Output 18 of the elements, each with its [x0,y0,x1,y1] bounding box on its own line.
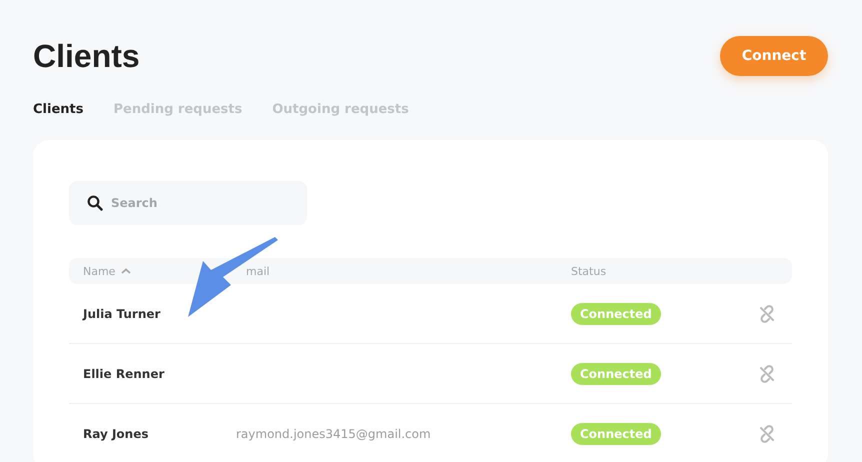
sort-caret-icon[interactable] [121,268,132,274]
client-name: Julia Turner [83,306,160,320]
search-field[interactable]: Search [69,181,307,225]
client-name: Ellie Renner [83,366,164,380]
column-header[interactable]: mail [246,264,270,278]
connect-button[interactable]: Connect [720,36,828,76]
column-header[interactable]: Status [571,264,606,278]
broken-link-icon[interactable] [758,424,776,442]
broken-link-icon[interactable] [758,364,776,382]
status-badge: Connected [571,422,661,444]
broken-link-icon[interactable] [758,304,776,322]
client-name: Ray Jones [83,426,149,440]
status-badge: Connected [571,362,661,384]
column-header[interactable]: Name [83,264,132,278]
page-title: Clients [33,38,140,75]
client-email: raymond.jones3415@gmail.com [236,426,431,440]
tab[interactable]: Clients [33,102,84,117]
status-badge: Connected [571,302,661,324]
